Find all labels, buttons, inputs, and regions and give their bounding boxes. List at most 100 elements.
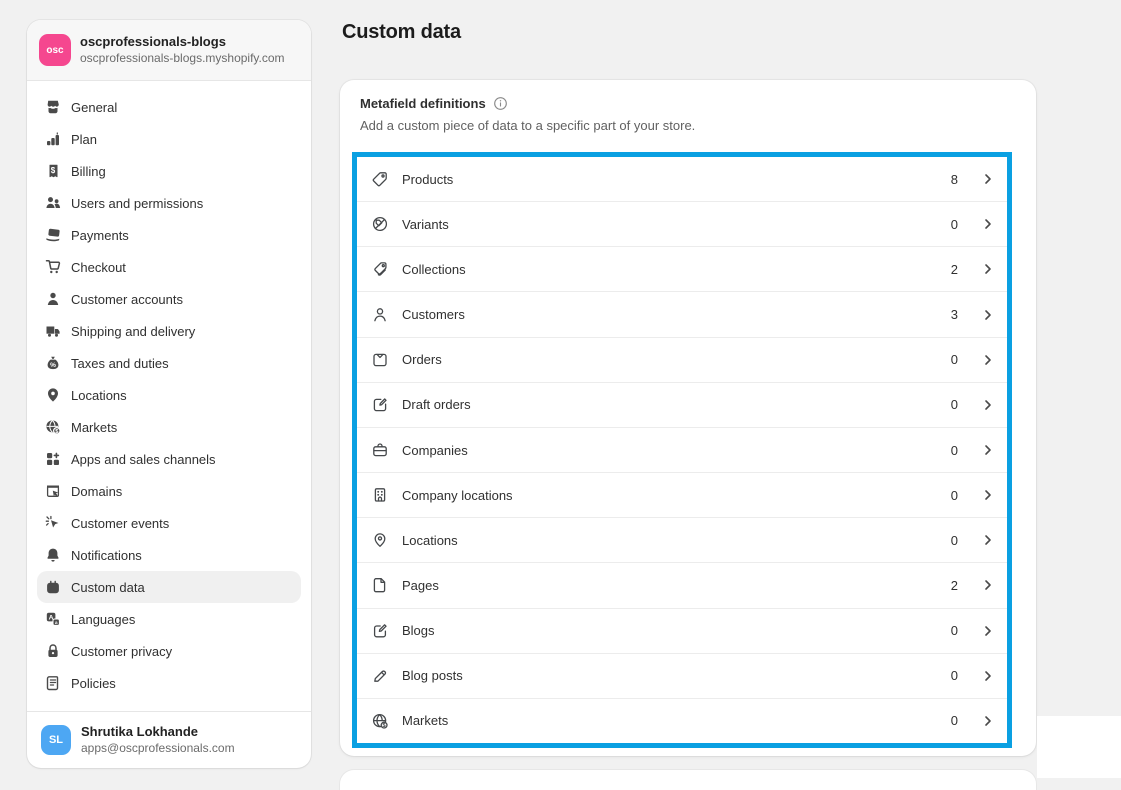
metafield-row-customers[interactable]: Customers 3 [357,292,1007,337]
store-logo-text: osc [46,45,63,56]
sidebar-item-customer-events[interactable]: Customer events [37,507,301,539]
sidebar-item-payments[interactable]: Payments [37,219,301,251]
domains-icon [45,483,61,499]
chevron-right-icon [983,579,993,591]
definition-count: 2 [951,578,958,593]
sidebar-item-policies[interactable]: Policies [37,667,301,699]
chevron-right-icon [983,218,993,230]
billing-icon: $ [45,163,61,179]
custom-data-icon [45,579,61,595]
row-label: Variants [402,217,938,232]
sidebar-item-taxes-and-duties[interactable]: % Taxes and duties [37,347,301,379]
card-title: Metafield definitions [360,96,486,111]
sidebar-item-users-and-permissions[interactable]: Users and permissions [37,187,301,219]
metafield-row-blogs[interactable]: Blogs 0 [357,609,1007,654]
plan-icon [45,131,61,147]
customer-events-icon [45,515,61,531]
sidebar-item-customer-privacy[interactable]: Customer privacy [37,635,301,667]
definition-count: 0 [951,488,958,503]
sidebar-item-locations[interactable]: Locations [37,379,301,411]
definition-count: 0 [951,443,958,458]
shipping-icon [45,323,61,339]
store-switcher[interactable]: osc oscprofessionals-blogs oscprofession… [27,20,311,81]
location-pin-icon [371,531,389,549]
policies-icon [45,675,61,691]
user-name: Shrutika Lokhande [81,724,235,740]
notifications-icon [45,547,61,563]
card-subtitle: Add a custom piece of data to a specific… [360,118,1016,133]
row-label: Company locations [402,488,938,503]
sidebar-item-checkout[interactable]: Checkout [37,251,301,283]
sidebar-item-languages[interactable]: Aa Languages [37,603,301,635]
metafield-row-pages[interactable]: Pages 2 [357,563,1007,608]
privacy-icon [45,643,61,659]
definition-count: 0 [951,533,958,548]
chevron-right-icon [983,625,993,637]
chevron-right-icon [983,670,993,682]
pages-icon [371,576,389,594]
payments-icon [45,227,61,243]
card-header: Metafield definitions Add a custom piece… [340,80,1036,133]
definition-count: 0 [951,623,958,638]
info-icon[interactable] [493,96,508,111]
metafield-row-draft-orders[interactable]: Draft orders 0 [357,383,1007,428]
taxes-icon: % [45,355,61,371]
definition-count: 0 [951,713,958,728]
page-title: Custom data [342,21,461,44]
definition-count: 0 [951,217,958,232]
chevron-right-icon [983,173,993,185]
blogs-icon [371,622,389,640]
sidebar-item-markets[interactable]: $ Markets [37,411,301,443]
metafield-row-locations[interactable]: Locations 0 [357,518,1007,563]
markets-globe-icon: $ [371,712,389,730]
row-label: Companies [402,443,938,458]
store-logo: osc [39,34,71,66]
metafield-row-collections[interactable]: Collections 2 [357,247,1007,292]
chevron-right-icon [983,444,993,456]
metafield-row-company-locations[interactable]: Company locations 0 [357,473,1007,518]
sidebar-item-customer-accounts[interactable]: Customer accounts [37,283,301,315]
row-label: Products [402,172,938,187]
chevron-right-icon [983,309,993,321]
sidebar-item-plan[interactable]: Plan [37,123,301,155]
sidebar-item-domains[interactable]: Domains [37,475,301,507]
customer-accounts-icon [45,291,61,307]
svg-text:%: % [50,362,56,369]
user-email: apps@oscprofessionals.com [81,741,235,756]
users-icon [45,195,61,211]
sidebar-item-custom-data[interactable]: Custom data [37,571,301,603]
metafield-row-variants[interactable]: Variants 0 [357,202,1007,247]
metafield-row-blog-posts[interactable]: Blog posts 0 [357,654,1007,699]
row-label: Collections [402,262,938,277]
customer-icon [371,306,389,324]
definition-count: 3 [951,307,958,322]
metafield-row-products[interactable]: Products 8 [357,157,1007,202]
definition-count: 0 [951,352,958,367]
chevron-right-icon [983,534,993,546]
metafield-row-markets[interactable]: $ Markets 0 [357,699,1007,743]
svg-text:a: a [55,621,58,626]
sidebar-item-shipping-and-delivery[interactable]: Shipping and delivery [37,315,301,347]
highlight-annotation-box: Products 8 Variants 0 Collections 2 Cust… [352,152,1012,748]
locations-icon [45,387,61,403]
tag-icon [371,170,389,188]
sidebar-item-apps-and-sales-channels[interactable]: Apps and sales channels [37,443,301,475]
metafield-row-companies[interactable]: Companies 0 [357,428,1007,473]
store-name: oscprofessionals-blogs [80,34,285,50]
companies-icon [371,441,389,459]
definition-count: 8 [951,172,958,187]
row-label: Pages [402,578,938,593]
collections-icon [371,260,389,278]
user-account[interactable]: SL Shrutika Lokhande apps@oscprofessiona… [27,711,311,768]
metafield-row-orders[interactable]: Orders 0 [357,338,1007,383]
svg-text:$: $ [51,166,56,175]
sidebar-item-notifications[interactable]: Notifications [37,539,301,571]
user-meta: Shrutika Lokhande apps@oscprofessionals.… [81,724,235,756]
store-icon [45,99,61,115]
sidebar-item-general[interactable]: General [37,91,301,123]
orders-icon [371,351,389,369]
next-card-partial [340,770,1036,790]
sidebar-item-billing[interactable]: $ Billing [37,155,301,187]
chevron-right-icon [983,399,993,411]
row-label: Draft orders [402,397,938,412]
